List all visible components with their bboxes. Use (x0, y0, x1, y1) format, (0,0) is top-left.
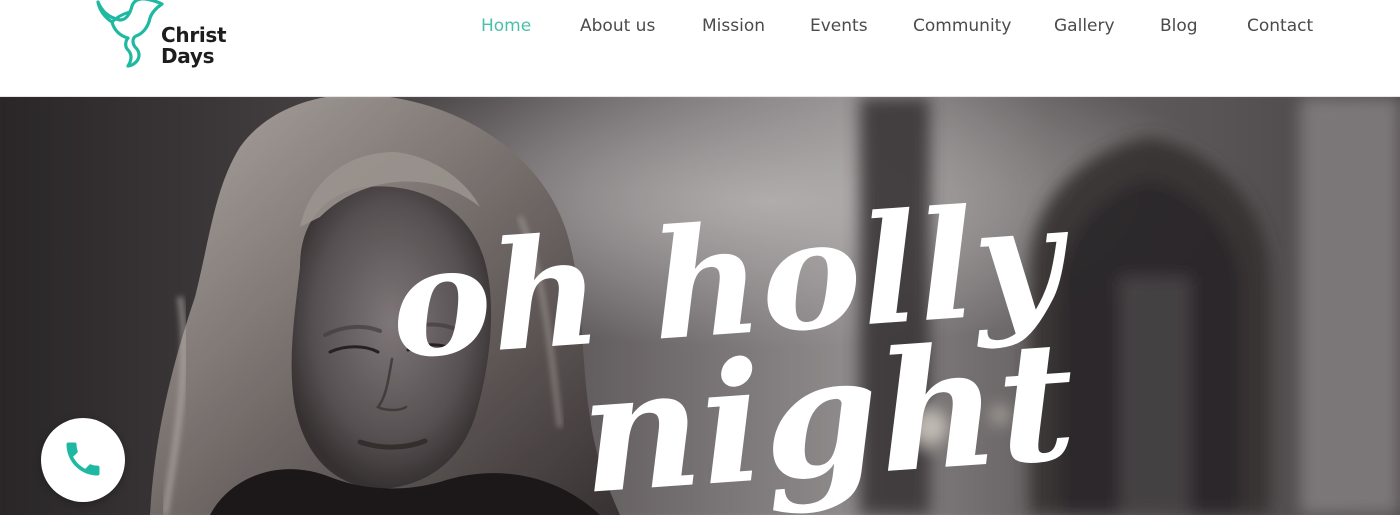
nav-contact[interactable]: Contact (1247, 16, 1313, 36)
brand-name-line2: Days (161, 44, 215, 68)
nav-blog[interactable]: Blog (1160, 16, 1198, 36)
nav-community[interactable]: Community (913, 16, 1011, 36)
hero-title: oh holly night (385, 170, 1081, 515)
dove-icon (96, 0, 164, 68)
hero-title-line2: night (574, 303, 1081, 515)
brand-name: Christ Days (161, 23, 227, 68)
nav-about-us[interactable]: About us (580, 16, 655, 36)
hero-banner: oh holly night (0, 97, 1400, 515)
nav-events[interactable]: Events (810, 16, 868, 36)
nav-home[interactable]: Home (481, 16, 531, 36)
site-logo[interactable]: Christ Days (92, 0, 242, 76)
phone-icon (66, 442, 100, 476)
nav-gallery[interactable]: Gallery (1054, 16, 1115, 36)
call-button[interactable] (41, 418, 125, 502)
brand-name-line1: Christ (161, 23, 227, 47)
nav-mission[interactable]: Mission (702, 16, 765, 36)
site-header: Christ Days Home About us Mission Events… (0, 0, 1400, 97)
